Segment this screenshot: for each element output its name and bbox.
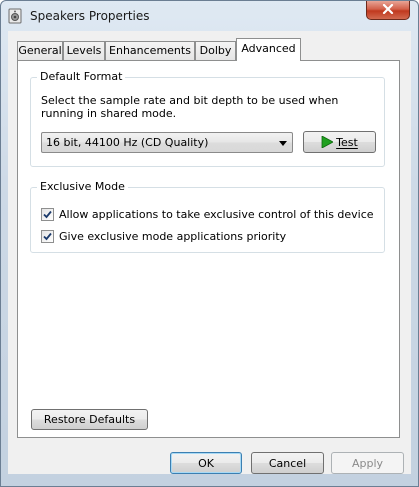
tab-enhancements[interactable]: Enhancements xyxy=(105,41,195,60)
close-icon xyxy=(382,3,394,17)
dialog-button-row: OK Cancel Apply xyxy=(8,444,411,474)
tab-strip: General Levels Enhancements Dolby Advanc… xyxy=(17,38,407,61)
default-format-group: Default Format Select the sample rate an… xyxy=(30,70,385,167)
play-icon xyxy=(321,135,334,149)
advanced-tab-panel: Default Format Select the sample rate an… xyxy=(17,60,400,438)
ok-button-label: OK xyxy=(198,456,214,470)
allow-exclusive-control-checkbox[interactable] xyxy=(41,207,54,221)
test-button[interactable]: Test xyxy=(303,131,376,153)
exclusive-priority-option[interactable]: Give exclusive mode applications priorit… xyxy=(41,228,286,244)
close-button[interactable] xyxy=(366,1,410,20)
apply-button-label: Apply xyxy=(351,456,384,470)
dialog-body: General Levels Enhancements Dolby Advanc… xyxy=(8,31,411,474)
exclusive-priority-label: Give exclusive mode applications priorit… xyxy=(59,229,287,243)
test-button-label: Test xyxy=(336,135,358,149)
speaker-app-icon xyxy=(8,8,22,24)
default-format-description: Select the sample rate and bit depth to … xyxy=(41,94,339,120)
tab-label: Enhancements xyxy=(109,44,191,57)
checkmark-icon xyxy=(43,210,52,218)
apply-button[interactable]: Apply xyxy=(331,452,404,474)
exclusive-mode-legend: Exclusive Mode xyxy=(37,180,128,193)
tab-general[interactable]: General xyxy=(17,41,63,60)
ok-button[interactable]: OK xyxy=(170,452,242,474)
tab-levels[interactable]: Levels xyxy=(63,41,105,60)
title-bar[interactable]: Speakers Properties xyxy=(1,1,418,31)
exclusive-priority-checkbox[interactable] xyxy=(41,229,54,243)
allow-exclusive-control-option[interactable]: Allow applications to take exclusive con… xyxy=(41,206,374,222)
tab-label: Levels xyxy=(66,44,102,57)
restore-defaults-label: Restore Defaults xyxy=(43,413,136,426)
tab-label: General xyxy=(18,44,62,57)
tab-label: Dolby xyxy=(199,44,232,57)
speakers-properties-window: Speakers Properties General Levels Enhan… xyxy=(0,0,419,487)
format-dropdown-value: 16 bit, 44100 Hz (CD Quality) xyxy=(46,136,209,149)
tab-label: Advanced xyxy=(241,42,296,55)
allow-exclusive-control-label: Allow applications to take exclusive con… xyxy=(59,207,374,221)
restore-defaults-button[interactable]: Restore Defaults xyxy=(31,409,148,430)
default-format-legend: Default Format xyxy=(37,70,126,83)
checkmark-icon xyxy=(43,232,52,240)
cancel-button[interactable]: Cancel xyxy=(251,452,324,474)
exclusive-mode-group: Exclusive Mode Allow applications to tak… xyxy=(30,180,385,253)
tab-advanced[interactable]: Advanced xyxy=(236,38,301,61)
chevron-down-icon xyxy=(277,136,289,150)
cancel-button-label: Cancel xyxy=(268,456,307,470)
tab-dolby[interactable]: Dolby xyxy=(195,41,236,60)
format-dropdown[interactable]: 16 bit, 44100 Hz (CD Quality) xyxy=(41,132,293,153)
window-title: Speakers Properties xyxy=(30,9,150,23)
